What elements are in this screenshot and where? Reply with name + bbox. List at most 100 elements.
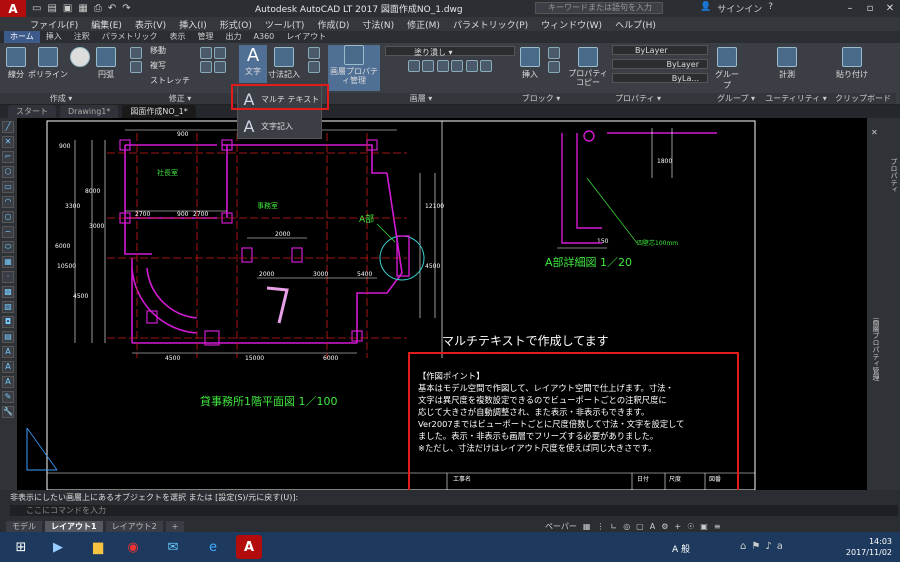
open-file-icon[interactable]: ▤ — [47, 3, 56, 14]
help-icon[interactable]: ? — [768, 2, 773, 15]
fillet-icon[interactable] — [214, 47, 227, 59]
tool-hatch-icon[interactable]: ▩ — [2, 286, 14, 298]
close-icon[interactable]: ✕ — [880, 0, 900, 17]
block-panel-title[interactable]: ブロック ▾ — [516, 93, 566, 104]
linetype-dropdown[interactable]: ByLayer — [612, 59, 708, 69]
saveas-icon[interactable]: ▦ — [78, 3, 87, 14]
tab-layout2[interactable]: レイアウト2 — [105, 520, 163, 532]
tab-insert[interactable]: 挿入 — [40, 31, 68, 43]
menu-parametric[interactable]: パラメトリック(P) — [453, 18, 528, 31]
leader-icon[interactable] — [308, 47, 320, 59]
layer-iso-icon[interactable] — [465, 60, 478, 72]
menu-draw[interactable]: 作成(D) — [317, 18, 349, 31]
tool-addscale-icon[interactable]: A — [2, 376, 14, 388]
edit-block-icon[interactable] — [548, 61, 560, 73]
media-icon[interactable]: ▶ — [45, 535, 71, 559]
draw-panel-title[interactable]: 作成 ▾ — [0, 93, 122, 104]
line-button[interactable]: 線分 — [3, 47, 29, 80]
tool-line-icon[interactable]: ╱ — [2, 121, 14, 133]
menu-edit[interactable]: 編集(E) — [91, 18, 122, 31]
save-icon[interactable]: ▣ — [63, 3, 72, 14]
tool-polyline-icon[interactable]: ⌐ — [2, 151, 14, 163]
circle-button[interactable] — [70, 47, 90, 69]
tab-output[interactable]: 出力 — [220, 31, 248, 43]
annotation-scale-icon[interactable]: A — [650, 522, 655, 531]
tool-delete-scale-icon[interactable]: ✎ — [2, 391, 14, 403]
redo-icon[interactable]: ↷ — [122, 3, 130, 14]
tool-construction-icon[interactable]: ✕ — [2, 136, 14, 148]
move-button[interactable]: 移動 — [150, 45, 166, 56]
undo-icon[interactable]: ↶ — [108, 3, 116, 14]
new-file-icon[interactable]: ▭ — [32, 3, 41, 14]
taskbar-clock[interactable]: 14:03 2017/11/02 — [846, 536, 892, 558]
tool-wrench-icon[interactable]: 🔧 — [2, 406, 14, 418]
layer-lock-icon[interactable] — [436, 60, 449, 72]
customize-icon[interactable]: ≡ — [714, 522, 721, 531]
tab-drawing-no1[interactable]: 図面作成NO_1* — [122, 105, 196, 118]
tab-add-layout[interactable]: + — [165, 520, 185, 532]
group-button[interactable]: グループ — [712, 47, 742, 91]
autocad-logo[interactable]: A — [0, 0, 26, 17]
clipboard-panel-title[interactable]: クリップボード — [830, 93, 896, 104]
layer-dropdown[interactable]: 塗り潰し ▾ — [385, 46, 515, 57]
tool-rectangle-icon[interactable]: ▭ — [2, 181, 14, 193]
tray-volume-icon[interactable]: ♪ — [765, 541, 771, 552]
ortho-icon[interactable]: ∟ — [610, 522, 617, 531]
layer-freeze-icon[interactable] — [422, 60, 435, 72]
grid-icon[interactable]: ▦ — [583, 522, 591, 531]
stretch-button[interactable]: ストレッチ — [150, 75, 190, 86]
tool-point-icon[interactable]: · — [2, 271, 14, 283]
array-icon[interactable] — [199, 61, 212, 73]
tab-drawing1[interactable]: Drawing1* — [60, 105, 119, 118]
layer-properties-button[interactable]: 画層プロパティ管理 — [328, 45, 380, 91]
osnap-icon[interactable]: ▢ — [636, 522, 644, 531]
user-icon[interactable]: 👤 — [700, 2, 711, 15]
tool-table-icon[interactable]: ▤ — [2, 331, 14, 343]
menu-format[interactable]: 形式(O) — [220, 18, 252, 31]
tool-text-icon[interactable]: A — [2, 361, 14, 373]
modify-panel-title[interactable]: 修正 ▾ — [122, 93, 238, 104]
tab-start[interactable]: スタート — [8, 105, 56, 118]
menu-tools[interactable]: ツール(T) — [265, 18, 305, 31]
workspace-gear-icon[interactable]: ⚙ — [661, 522, 668, 531]
arc-button[interactable]: 円弧 — [92, 47, 120, 80]
measure-button[interactable]: 計測 — [774, 47, 800, 80]
layer-match-icon[interactable] — [451, 60, 464, 72]
search-input[interactable]: キーワードまたは語句を入力 — [535, 2, 663, 14]
menu-file[interactable]: ファイル(F) — [30, 18, 78, 31]
group-panel-title[interactable]: グループ ▾ — [710, 93, 762, 104]
tool-block-icon[interactable]: ▦ — [2, 256, 14, 268]
utility-panel-title[interactable]: ユーティリティ ▾ — [762, 93, 830, 104]
properties-palette-tab[interactable]: プロパティ — [887, 158, 899, 218]
tab-model[interactable]: モデル — [6, 520, 42, 532]
layer-on-icon[interactable] — [407, 60, 420, 72]
palette-close-icon[interactable]: ✕ — [871, 128, 881, 138]
tab-manage[interactable]: 管理 — [192, 31, 220, 43]
menu-view[interactable]: 表示(V) — [135, 18, 166, 31]
tool-ellipse-icon[interactable]: ⬭ — [2, 241, 14, 253]
menu-window[interactable]: ウィンドウ(W) — [541, 18, 602, 31]
paste-button[interactable]: 貼り付け — [834, 47, 870, 80]
layer-panel-title[interactable]: 画層 ▾ — [326, 93, 516, 104]
color-dropdown[interactable]: ByLayer — [612, 45, 708, 55]
copy-button[interactable]: 複写 — [150, 60, 166, 71]
ime-indicator[interactable]: A 般 — [672, 542, 690, 555]
tab-view[interactable]: 表示 — [164, 31, 192, 43]
trim-icon[interactable] — [199, 47, 212, 59]
tab-parametric[interactable]: パラメトリック — [96, 31, 164, 43]
layer-off-icon[interactable] — [480, 60, 493, 72]
tab-a360[interactable]: A360 — [248, 31, 281, 43]
maximize-icon[interactable]: ▫ — [860, 0, 880, 17]
autocad-taskbar-icon[interactable]: A — [236, 535, 262, 559]
create-block-icon[interactable] — [548, 47, 560, 59]
tool-circle-icon[interactable]: ○ — [2, 211, 14, 223]
explorer-icon[interactable]: ▆ — [85, 535, 111, 559]
tool-spline-icon[interactable]: ~ — [2, 226, 14, 238]
thunderbird-icon[interactable]: ✉ — [160, 535, 186, 559]
paper-space-toggle[interactable]: ペーパー — [545, 521, 577, 532]
scale-icon[interactable] — [214, 61, 227, 73]
polar-icon[interactable]: ◎ — [623, 522, 630, 531]
dimension-button[interactable]: 寸法記入 — [268, 47, 300, 80]
tray-network-icon[interactable]: ⌂ — [740, 541, 746, 552]
tool-region-icon[interactable]: ◘ — [2, 316, 14, 328]
